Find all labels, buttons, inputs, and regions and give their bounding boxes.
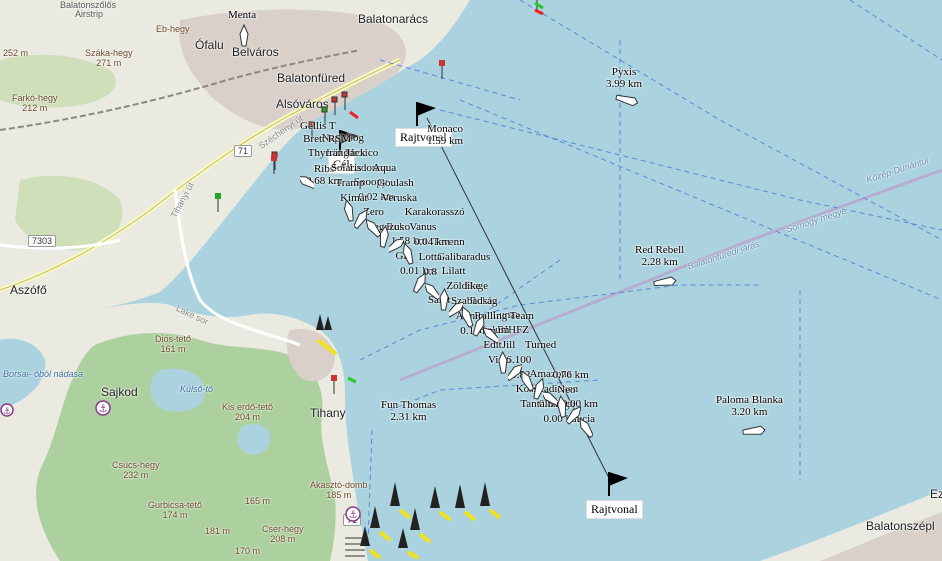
cluster-boat-label[interactable]: 0.04 km — [414, 236, 450, 248]
boat-icon[interactable] — [652, 276, 678, 288]
beacon-icon — [215, 193, 221, 212]
lake-belso-to — [237, 423, 271, 455]
cluster-boat-label[interactable]: Zöldike — [446, 280, 480, 292]
boat-icon[interactable] — [614, 94, 640, 106]
peak-165: 165 m — [245, 496, 271, 506]
cluster-boat-label[interactable]: Galibaradus — [437, 251, 490, 263]
buoys-tihany-south — [345, 482, 502, 560]
place-airstrip: Airstrip — [75, 9, 104, 19]
boat-cluster[interactable]: Gellis T Napl Bog Brett RSM Mexico Lüzgar Thy… — [300, 120, 630, 440]
place-aszofo: Aszófő — [10, 283, 47, 297]
boat-icon[interactable] — [300, 170, 314, 194]
boat-icon[interactable] — [484, 323, 499, 347]
cluster-boat-label[interactable]: Thyrran Jack — [308, 147, 366, 159]
road-shield-71: 71 — [234, 145, 253, 157]
cluster-boat-label[interactable]: Karakorasszó — [405, 206, 465, 218]
cluster-boat-label[interactable]: Solaris — [331, 162, 362, 174]
cluster-boat-label[interactable]: Brett RSM — [303, 133, 351, 145]
place-balatonszeplak: Balatonszépl — [866, 519, 935, 533]
peak-170: 170 m — [235, 546, 261, 556]
boat-icon[interactable] — [741, 425, 767, 437]
peak-cser-hegy: Cser-hegy 208 m — [262, 524, 304, 544]
cluster-boat-label[interactable]: Veruska — [382, 192, 417, 204]
lake-label-kulso-to: Külső-tó — [180, 384, 214, 394]
cluster-boat-label[interactable]: Jill — [502, 339, 515, 351]
start-line-label-bottom: Rajtvonal — [586, 500, 643, 519]
place-ez: Ez — [930, 487, 942, 501]
boat-icon[interactable] — [238, 24, 250, 48]
place-ofalu: Ófalu — [195, 38, 224, 52]
cluster-boat-label[interactable]: Lilatt — [442, 265, 466, 277]
cluster-boat-label[interactable]: Aqua — [372, 162, 396, 174]
peak-bel-hegy: 252 m — [3, 48, 29, 58]
peak-szaka-hegy: Száka-hegy 271 m — [85, 48, 133, 68]
svg-text:⚓: ⚓ — [99, 404, 108, 415]
boat-label-pyxis[interactable]: Pyxis 3.99 km — [606, 66, 642, 90]
peak-farko-hegy: Farkó-hegy 212 m — [12, 93, 58, 113]
place-balatonfured: Balatonfüred — [277, 71, 346, 85]
boat-icon[interactable] — [401, 242, 415, 266]
peak-kis-erdo-teto: Kis erdő-tető 204 m — [222, 402, 274, 422]
boat-label-menta[interactable]: Menta — [228, 9, 256, 21]
cluster-boat-label[interactable]: Gellis T — [300, 120, 336, 132]
cluster-boat-label[interactable]: 0.76 km — [553, 369, 589, 381]
bay-label-borsai: Borsai- öböl nádasa — [3, 369, 84, 379]
boat-label-red-rebell[interactable]: Red Rebell 2.28 km — [635, 244, 684, 268]
anchor-icon[interactable]: ⚓ — [95, 400, 111, 416]
road-shield-7303: 7303 — [28, 235, 57, 247]
beacon-icon — [271, 155, 277, 174]
beacon-icon — [534, 0, 544, 16]
peak-gurbicsa-teto: Gurbicsa-tető 174 m — [148, 500, 203, 520]
place-sajkod: Sajkod — [101, 385, 138, 399]
anchor-icon[interactable]: ⚓ — [0, 403, 14, 417]
boat-icon[interactable] — [579, 416, 593, 440]
svg-text:⚓: ⚓ — [3, 407, 11, 417]
peak-181: 181 m — [205, 526, 231, 536]
cluster-boat-label[interactable]: Tramp — [335, 177, 364, 189]
peak-dios-teto: Diós-tető 161 m — [155, 334, 192, 354]
peak-csucs-hegy: Csúcs-hegy 232 m — [112, 460, 160, 480]
cluster-boat-label[interactable]: Vanus — [409, 221, 436, 233]
peak-eb-hegy: Eb-hegy — [156, 24, 190, 34]
boat-label-paloma-blanka[interactable]: Paloma Blanka 3.20 km — [716, 394, 783, 418]
cluster-boat-label[interactable]: Turned — [525, 339, 556, 351]
beacon-icon — [439, 60, 445, 79]
flag-icon[interactable] — [604, 470, 632, 498]
cluster-boat-label[interactable]: Goulash — [377, 177, 414, 189]
cluster-boat-label[interactable]: Lotta — [419, 251, 442, 263]
map-view[interactable]: Balatonszőlős Airstrip Balatonarács Ófal… — [0, 0, 942, 561]
place-balatonaracs: Balatonarács — [358, 12, 429, 26]
